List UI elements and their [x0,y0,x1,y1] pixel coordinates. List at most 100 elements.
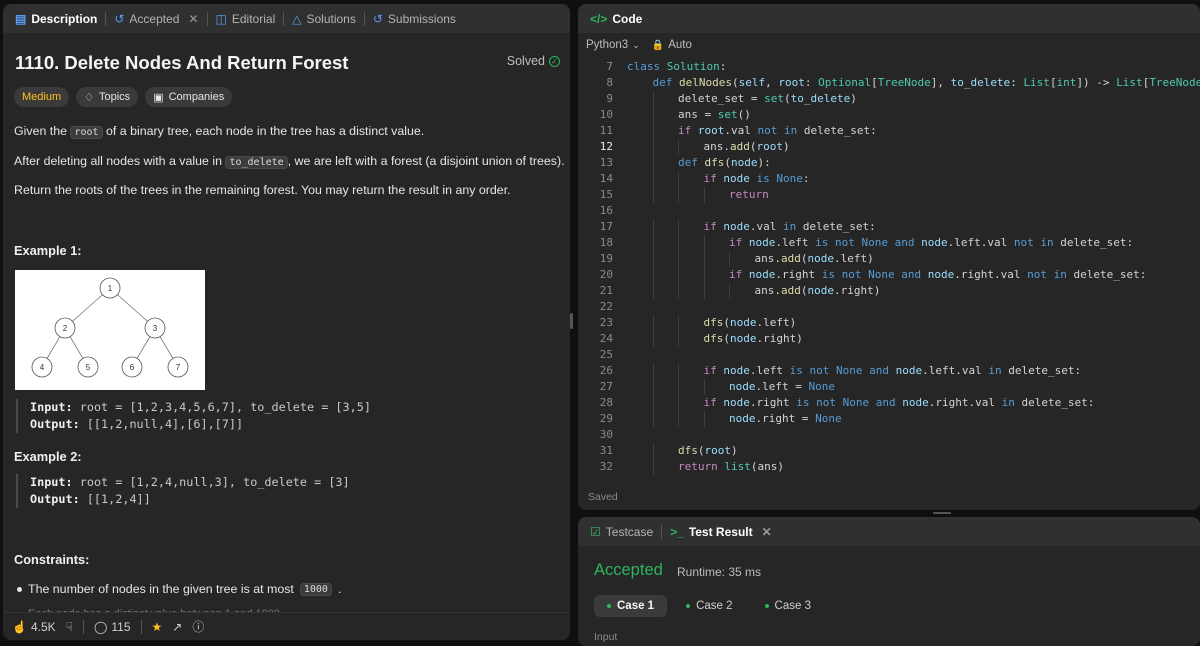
example-1-output: Output: [[1,2,null,4],[6],[7]] [30,416,371,433]
help-button[interactable]: ⓘ [192,618,204,635]
indent-guide [703,283,705,299]
document-icon: ▤ [15,11,27,26]
dislike-button[interactable]: ☟ [66,620,73,634]
text: , we are left with a forest (a disjoint … [287,154,565,168]
inline-code: 1000 [299,582,332,596]
save-status: Saved [588,491,618,503]
indent-guide [652,219,654,235]
comments-button[interactable]: ◯ 115 [94,620,131,634]
constraint-item: The number of nodes in the given tree is… [17,582,341,596]
share-button[interactable]: ↗ [172,620,182,634]
vertical-resize-handle[interactable] [570,313,573,329]
tab-accepted[interactable]: ↺ Accepted ✕ [108,4,204,33]
indent-guide [703,411,705,427]
code-text: if node is None: [703,172,810,185]
inline-code: root [70,126,103,139]
example-2-output: Output: [[1,2,4]] [30,491,350,508]
topics-label: Topics [99,91,131,103]
close-icon[interactable]: ✕ [762,525,772,539]
check-circle-icon: ✓ [549,55,560,67]
result-status: Accepted [594,561,663,579]
code-line: 28 if node.right is not None and node.rig… [578,395,1200,411]
tab-editorial[interactable]: ◫ Editorial [210,4,282,33]
code-text: class Solution: [627,60,727,73]
indent-guide [652,107,654,123]
code-text: if root.val not in delete_set: [678,124,877,137]
pass-dot [607,604,611,608]
code-line: 32 return list(ans) [578,459,1200,475]
tab-editorial-label: Editorial [231,11,276,26]
terminal-icon: >_ [670,524,684,539]
tree-node-label: 3 [153,324,158,333]
indent-guide [703,187,705,203]
topics-button[interactable]: ♢ Topics [76,87,139,107]
line-number: 23 [599,316,613,329]
horizontal-resize-handle[interactable] [933,512,951,514]
code-text: dfs(node.left) [703,316,797,329]
case-2-tab[interactable]: Case 2 [673,595,745,617]
input-label: Input: [30,475,73,489]
tab-submissions[interactable]: ↺ Submissions [367,4,462,33]
output-value: [[1,2,null,4],[6],[7]] [86,417,244,431]
line-number: 27 [599,380,613,393]
tab-description[interactable]: ▤ Description [9,4,103,33]
tab-submissions-label: Submissions [387,11,456,26]
indent-guide [678,267,679,283]
indent-guide [652,395,654,411]
description-paragraph-1: Given the root of a binary tree, each no… [14,124,424,139]
solved-label: Solved [506,54,545,68]
indent-guide [729,251,730,267]
line-number: 30 [599,428,613,441]
line-number: 11 [599,124,613,137]
lock-icon: ▣ [153,91,164,104]
code-editor[interactable]: 7 class Solution: 8 def delNodes(self, root… [578,59,1200,475]
indent-guide [678,251,679,267]
code-text: delete_set = set(to_delete) [678,92,857,105]
code-tab-bar: </> Code [578,4,1200,33]
line-number: 26 [599,364,613,377]
inline-code: to_delete [225,156,288,169]
line-number: 12 [599,140,613,153]
indent-guide [652,379,654,395]
code-line: 13 def dfs(node): [578,155,1200,171]
indent-guide [652,139,654,155]
indent-guide [678,379,679,395]
line-number: 13 [599,156,613,169]
code-line: 25 [578,347,1200,363]
problem-title[interactable]: 1110. Delete Nodes And Return Forest [15,52,348,74]
help-icon: ⓘ [192,620,205,634]
indent-guide [652,155,654,171]
line-number: 14 [599,172,613,185]
indent-guide [652,331,654,347]
line-number: 21 [599,284,613,297]
mode-indicator[interactable]: 🔒 Auto [652,39,692,51]
tab-code[interactable]: </> Code [584,4,648,33]
like-button[interactable]: ☝ 4.5K [12,620,56,634]
language-select[interactable]: Python3 ⌄ [586,39,640,51]
case-1-tab[interactable]: Case 1 [594,595,668,617]
indent-guide [703,379,705,395]
favorite-button[interactable]: ★ [152,620,163,634]
indent-guide [652,235,654,251]
line-number: 7 [606,60,613,73]
companies-button[interactable]: ▣ Companies [145,87,233,107]
case-3-tab[interactable]: Case 3 [752,595,824,617]
test-result-panel: ☑ Testcase >_ Test Result ✕ Accepted Run… [578,517,1200,646]
pass-dot [686,604,691,608]
tab-testcase[interactable]: ☑ Testcase [584,517,659,546]
indent-guide [652,411,654,427]
like-count: 4.5K [30,619,56,634]
example-1-block: Input: root = [1,2,3,4,5,6,7], to_delete… [16,399,371,433]
tab-test-result[interactable]: >_ Test Result ✕ [664,517,778,546]
code-text: if node.right is not None and node.right… [703,396,1095,409]
close-icon[interactable]: ✕ [188,12,198,26]
line-number: 31 [599,444,613,457]
tab-solutions[interactable]: △ Solutions [286,4,362,33]
code-text: def delNodes(self, root: Optional[TreeNo… [652,76,1200,89]
code-line: 22 [578,299,1200,315]
code-line: 27 node.left = None [578,379,1200,395]
chevron-down-icon: ⌄ [632,39,640,50]
code-text: node.left = None [729,380,835,393]
code-text: if node.left is not None and node.left.v… [703,364,1082,377]
code-line: 26 if node.left is not None and node.left… [578,363,1200,379]
